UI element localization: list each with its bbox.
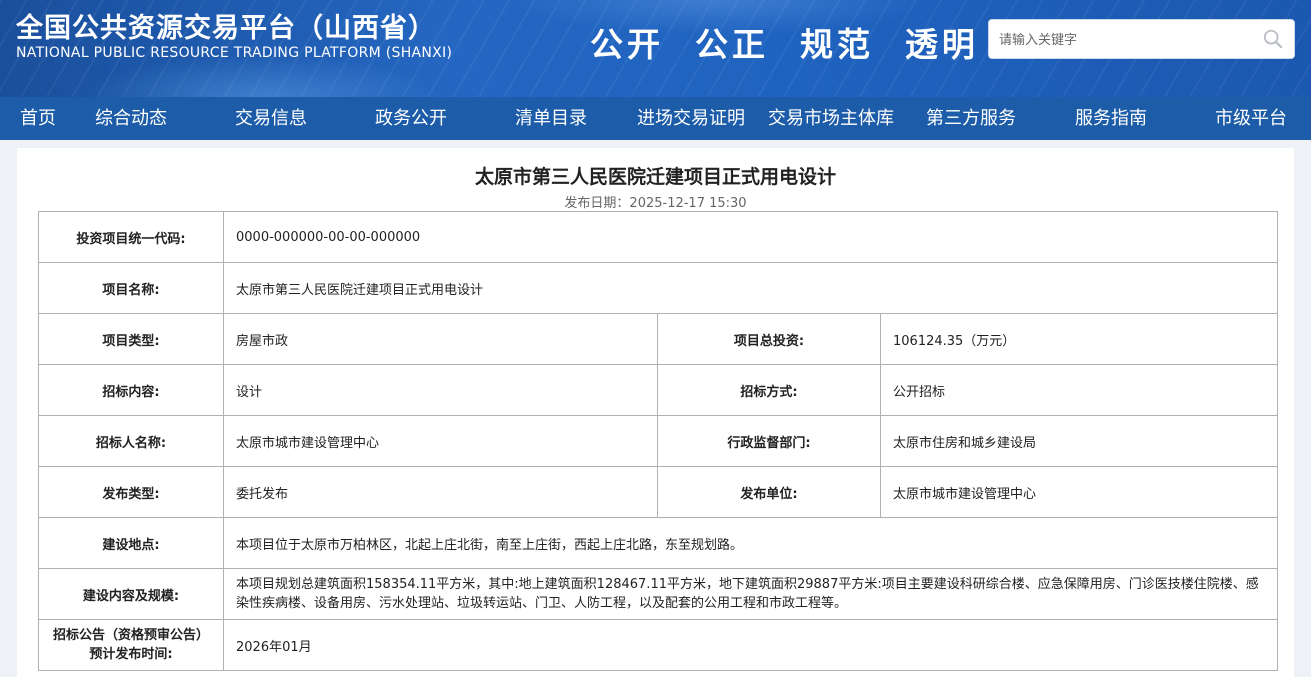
notice-time-label: 招标公告（资格预审公告） 预计发布时间:: [38, 619, 224, 671]
table-row: 招标内容: 设计 招标方式: 公开招标: [38, 364, 1279, 416]
table-row: 招标人名称: 太原市城市建设管理中心 行政监督部门: 太原市住房和城乡建设局: [38, 415, 1279, 467]
nav-item-trading-info[interactable]: 交易信息: [235, 97, 307, 140]
site-title-en: NATIONAL PUBLIC RESOURCE TRADING PLATFOR…: [16, 45, 453, 61]
table-row: 建设地点: 本项目位于太原市万柏林区，北起上庄北街，南至上庄街，西起上庄北路，东…: [38, 517, 1279, 569]
location-value: 本项目位于太原市万柏林区，北起上庄北街，南至上庄街，西起上庄北路，东至规划路。: [222, 517, 1279, 569]
nav-item-third-party[interactable]: 第三方服务: [926, 97, 1016, 140]
tenderer-label: 招标人名称:: [38, 415, 224, 467]
project-name-value: 太原市第三人民医院迁建项目正式用电设计: [222, 262, 1279, 314]
supervisor-label: 行政监督部门:: [657, 415, 881, 467]
nav-item-catalog[interactable]: 清单目录: [515, 97, 587, 140]
bid-method-value: 公开招标: [879, 364, 1279, 416]
table-row: 发布类型: 委托发布 发布单位: 太原市城市建设管理中心: [38, 466, 1279, 518]
nav-item-news[interactable]: 综合动态: [95, 97, 167, 140]
bid-content-value: 设计: [223, 364, 658, 416]
project-name-label: 项目名称:: [38, 262, 224, 314]
publish-date: 发布日期：2025-12-17 15:30: [564, 196, 747, 211]
nav-item-home[interactable]: 首页: [20, 97, 56, 140]
page-title: 太原市第三人民医院迁建项目正式用电设计: [474, 166, 836, 188]
search-box: [988, 19, 1295, 60]
tenderer-value: 太原市城市建设管理中心: [223, 415, 658, 467]
location-label: 建设地点:: [38, 517, 224, 569]
nav-item-trading-certificate[interactable]: 进场交易证明: [637, 97, 745, 140]
site-slogan: 公开 公正 规范 透明: [590, 25, 979, 64]
bid-method-label: 招标方式:: [657, 364, 881, 416]
search-input[interactable]: [989, 20, 1261, 60]
scope-label: 建设内容及规模:: [38, 568, 224, 620]
bid-content-label: 招标内容:: [38, 364, 224, 416]
publisher-value: 太原市城市建设管理中心: [879, 466, 1279, 518]
nav-item-service-guide[interactable]: 服务指南: [1075, 97, 1147, 140]
scope-value: 本项目规划总建筑面积158354.11平方米，其中:地上建筑面积128467.1…: [222, 568, 1279, 620]
site-header: 全国公共资源交易平台（山西省） NATIONAL PUBLIC RESOURCE…: [0, 0, 1311, 97]
total-investment-value: 106124.35（万元）: [879, 313, 1279, 365]
table-row: 项目类型: 房屋市政 项目总投资: 106124.35（万元）: [38, 313, 1279, 365]
table-row: 项目名称: 太原市第三人民医院迁建项目正式用电设计: [38, 262, 1279, 314]
nav-item-market-entities[interactable]: 交易市场主体库: [768, 97, 894, 140]
main-nav: 首页 综合动态 交易信息 政务公开 清单目录 进场交易证明 交易市场主体库 第三…: [0, 97, 1311, 140]
notice-time-value: 2026年01月: [222, 619, 1279, 671]
nav-item-government-affairs[interactable]: 政务公开: [375, 97, 447, 140]
publisher-label: 发布单位:: [657, 466, 881, 518]
notice-time-label-line1: 招标公告（资格预审公告）: [52, 628, 209, 643]
project-info-table: 投资项目统一代码: 0000-000000-00-00-000000 项目名称:…: [38, 211, 1279, 671]
table-row: 招标公告（资格预审公告） 预计发布时间: 2026年01月: [38, 619, 1279, 671]
project-type-label: 项目类型:: [38, 313, 224, 365]
publish-type-value: 委托发布: [223, 466, 658, 518]
table-row: 建设内容及规模: 本项目规划总建筑面积158354.11平方米，其中:地上建筑面…: [38, 568, 1279, 620]
publish-type-label: 发布类型:: [38, 466, 224, 518]
main-content: 太原市第三人民医院迁建项目正式用电设计 发布日期：2025-12-17 15:3…: [17, 148, 1294, 677]
total-investment-label: 项目总投资:: [657, 313, 881, 365]
project-code-value: 0000-000000-00-00-000000: [222, 211, 1279, 263]
table-row: 投资项目统一代码: 0000-000000-00-00-000000: [38, 211, 1279, 263]
nav-item-city-platforms[interactable]: 市级平台: [1215, 97, 1287, 140]
notice-time-label-line2: 预计发布时间:: [89, 647, 173, 662]
project-type-value: 房屋市政: [223, 313, 658, 365]
supervisor-value: 太原市住房和城乡建设局: [879, 415, 1279, 467]
site-title-cn: 全国公共资源交易平台（山西省）: [16, 13, 436, 44]
search-icon[interactable]: [1262, 28, 1284, 50]
project-code-label: 投资项目统一代码:: [38, 211, 224, 263]
